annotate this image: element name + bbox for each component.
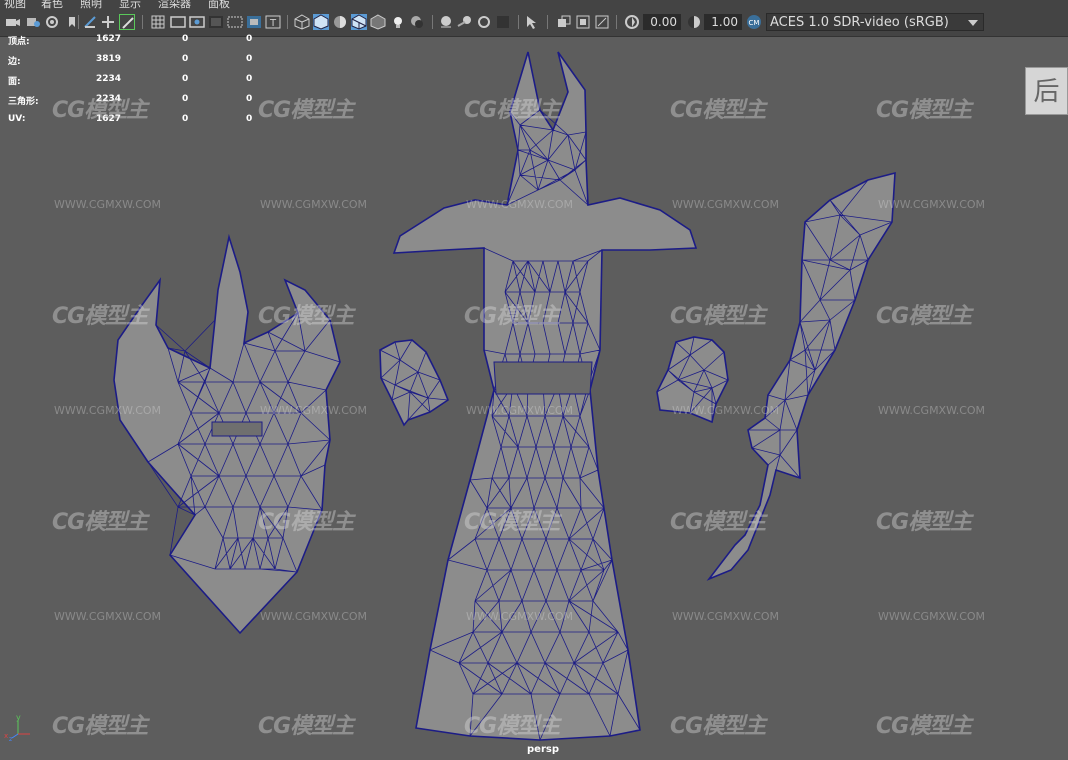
hud-value: 1627: [96, 34, 122, 44]
hud-value: 0: [246, 54, 253, 64]
watermark-url: WWW.CGMXW.COM: [672, 198, 780, 211]
watermark-logo: CG模型主: [258, 98, 354, 123]
hud-row-vertices: 顶点: 1627 0 0: [8, 34, 268, 54]
watermark-url: WWW.CGMXW.COM: [878, 198, 986, 211]
watermark-logo: CG模型主: [670, 98, 766, 123]
hud-row-edges: 边: 3819 0 0: [8, 54, 268, 74]
watermark-logo: CG模型主: [464, 98, 560, 123]
hud-value: 3819: [96, 54, 122, 64]
watermark-logo: CG模型主: [876, 510, 972, 535]
watermark-logo: CG模型主: [876, 304, 972, 329]
watermark-url: WWW.CGMXW.COM: [54, 198, 162, 211]
hud-value: 0: [246, 34, 253, 44]
camera-name-label: persp: [527, 744, 559, 755]
watermark-logo: CG模型主: [52, 510, 148, 535]
watermark-logo: CG模型主: [464, 510, 560, 535]
watermark-logo: CG模型主: [464, 304, 560, 329]
watermark-logo: CG模型主: [52, 304, 148, 329]
watermark-url: WWW.CGMXW.COM: [672, 404, 780, 417]
watermark-logo: CG模型主: [464, 714, 560, 739]
axis-y-label: y: [16, 713, 21, 722]
axis-x-label: x: [4, 732, 8, 740]
watermark-url: WWW.CGMXW.COM: [672, 610, 780, 623]
watermark-logo: CG模型主: [258, 304, 354, 329]
watermark-logo: CG模型主: [876, 714, 972, 739]
watermark-url: WWW.CGMXW.COM: [260, 610, 368, 623]
view-cube[interactable]: 后: [1025, 67, 1068, 115]
watermark-logo: CG模型主: [258, 510, 354, 535]
hud-row-faces: 面: 2234 0 0: [8, 74, 268, 94]
watermark-url: WWW.CGMXW.COM: [54, 610, 162, 623]
watermark-logo: CG模型主: [52, 98, 148, 123]
watermark-url: WWW.CGMXW.COM: [466, 610, 574, 623]
hud-value: 0: [182, 94, 189, 104]
left-hand-mesh[interactable]: [379, 339, 449, 427]
shield-handle-mesh[interactable]: [211, 421, 263, 437]
watermark-url: WWW.CGMXW.COM: [878, 610, 986, 623]
watermark-url: WWW.CGMXW.COM: [260, 404, 368, 417]
hud-value: 0: [246, 114, 253, 124]
hud-label: UV:: [8, 114, 26, 124]
hud-label: 面:: [8, 77, 21, 87]
hud-value: 0: [246, 74, 253, 84]
hud-value: 2234: [96, 74, 122, 84]
watermark-logo: CG模型主: [670, 510, 766, 535]
hud-value: 0: [182, 114, 189, 124]
belt-mesh[interactable]: [493, 361, 593, 395]
hud-value: 0: [182, 54, 189, 64]
watermark-url: WWW.CGMXW.COM: [878, 404, 986, 417]
axis-indicator-icon: y x z: [2, 712, 32, 743]
axis-z-label: z: [9, 736, 12, 742]
watermark-logo: CG模型主: [258, 714, 354, 739]
watermark-url: WWW.CGMXW.COM: [466, 404, 574, 417]
watermark-logo: CG模型主: [876, 98, 972, 123]
watermark-url: WWW.CGMXW.COM: [54, 404, 162, 417]
watermark-url: WWW.CGMXW.COM: [260, 198, 368, 211]
hud-label: 顶点:: [8, 37, 30, 47]
hud-label: 三角形:: [8, 97, 39, 107]
watermark-logo: CG模型主: [52, 714, 148, 739]
watermark-logo: CG模型主: [670, 304, 766, 329]
watermark-logo: CG模型主: [670, 714, 766, 739]
watermark-url: WWW.CGMXW.COM: [466, 198, 574, 211]
hud-value: 0: [182, 34, 189, 44]
hud-label: 边:: [8, 57, 21, 67]
hud-value: 0: [246, 94, 253, 104]
hud-value: 0: [182, 74, 189, 84]
